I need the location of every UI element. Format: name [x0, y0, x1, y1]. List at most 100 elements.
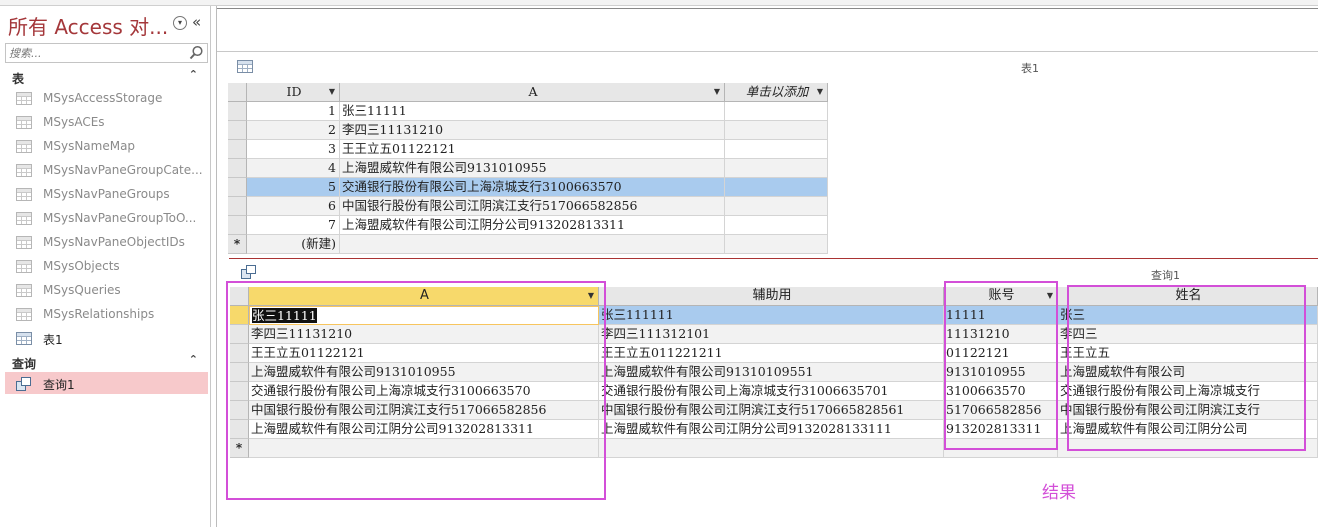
nav-item[interactable]: MSysNavPaneObjectIDs	[5, 231, 208, 253]
add-column-cell[interactable]	[725, 159, 828, 178]
row-selector[interactable]	[228, 140, 247, 159]
highlight-box-name	[1067, 285, 1306, 451]
id-cell[interactable]: 1	[247, 102, 340, 121]
nav-item[interactable]: 表1	[5, 327, 208, 349]
navigation-pane: 所有 Access 对... ▾ « 表⌃ MSysAccessStorage MS…	[0, 6, 211, 527]
column-header[interactable]: 辅助用	[599, 287, 944, 306]
add-column-cell[interactable]	[725, 216, 828, 235]
add-column-cell[interactable]	[725, 140, 828, 159]
nav-item[interactable]: MSysObjects	[5, 255, 208, 277]
new-record-label[interactable]: (新建)	[247, 235, 340, 254]
column-header[interactable]: A ▼	[340, 83, 725, 102]
row-selector[interactable]	[228, 102, 247, 121]
a-cell[interactable]: 王王立五01122121	[340, 140, 725, 159]
nav-item[interactable]: MSysQueries	[5, 279, 208, 301]
add-column-cell[interactable]	[725, 235, 828, 254]
id-cell[interactable]: 3	[247, 140, 340, 159]
nav-item-label: MSysRelationships	[43, 307, 155, 321]
row-selector[interactable]	[228, 216, 247, 235]
id-cell[interactable]: 6	[247, 197, 340, 216]
nav-group-header[interactable]: 表 ⌃	[5, 67, 208, 87]
table-icon	[16, 284, 32, 297]
a-cell[interactable]: 张三11111	[340, 102, 725, 121]
column-header[interactable]: ID ▼	[247, 83, 340, 102]
collapse-chevron-icon[interactable]: ⌃	[189, 353, 198, 366]
nav-item[interactable]: MSysNavPaneGroupCate...	[5, 159, 208, 181]
nav-item-label: MSysNavPaneGroupCate...	[43, 163, 203, 177]
table-icon	[16, 116, 32, 129]
nav-item-label: 表1	[43, 333, 63, 347]
row-selector[interactable]	[228, 178, 247, 197]
query-cell[interactable]: 李四三111312101	[599, 325, 944, 344]
column-header-label: 单击以添加	[745, 84, 809, 99]
a-cell[interactable]: 上海盟威软件有限公司江阴分公司913202813311	[340, 216, 725, 235]
query-cell[interactable]: 中国银行股份有限公司江阴滨江支行5170665828561	[599, 401, 944, 420]
query-window-icon	[241, 265, 257, 279]
nav-item-label: MSysACEs	[43, 115, 105, 129]
nav-item[interactable]: MSysNavPaneGroupToO...	[5, 207, 208, 229]
table-icon	[16, 140, 32, 153]
query-icon	[16, 377, 32, 391]
nav-item[interactable]: MSysAccessStorage	[5, 87, 208, 109]
nav-item[interactable]: MSysRelationships	[5, 303, 208, 325]
highlight-box-account	[944, 281, 1058, 450]
table-icon	[16, 236, 32, 249]
row-selector[interactable]	[228, 197, 247, 216]
id-cell[interactable]: 2	[247, 121, 340, 140]
row-selector[interactable]	[228, 121, 247, 140]
query1-window-title: 查询1	[1151, 269, 1180, 282]
id-cell[interactable]: 7	[247, 216, 340, 235]
result-annotation: 结果	[1042, 483, 1076, 503]
nav-search-box	[5, 43, 208, 63]
column-dropdown-icon[interactable]: ▼	[714, 83, 720, 101]
nav-item-label: MSysAccessStorage	[43, 91, 163, 105]
nav-item-label: MSysObjects	[43, 259, 120, 273]
column-header[interactable]: 单击以添加 ▼	[725, 83, 828, 102]
nav-item-label: MSysQueries	[43, 283, 121, 297]
nav-pane-menu-button[interactable]: ▾	[173, 16, 187, 30]
nav-search-input[interactable]	[6, 44, 184, 62]
nav-item[interactable]: MSysACEs	[5, 111, 208, 133]
nav-item[interactable]: MSysNameMap	[5, 135, 208, 157]
search-icon[interactable]	[189, 45, 204, 60]
id-cell[interactable]: 5	[247, 178, 340, 197]
nav-item[interactable]: MSysNavPaneGroups	[5, 183, 208, 205]
query-cell[interactable]: 交通银行股份有限公司上海凉城支行31006635701	[599, 382, 944, 401]
a-cell[interactable]: 交通银行股份有限公司上海凉城支行3100663570	[340, 178, 725, 197]
shutter-bar-close-icon[interactable]: «	[192, 13, 201, 31]
table-icon	[16, 212, 32, 225]
add-column-cell[interactable]	[725, 178, 828, 197]
column-header-label: ID	[286, 84, 302, 99]
a-cell[interactable]	[340, 235, 725, 254]
table-window-icon	[237, 60, 253, 73]
query-cell[interactable]: 张三111111	[599, 306, 944, 325]
table-icon	[16, 164, 32, 177]
add-column-cell[interactable]	[725, 121, 828, 140]
collapse-chevron-icon[interactable]: ⌃	[189, 68, 198, 81]
add-column-cell[interactable]	[725, 197, 828, 216]
query-cell[interactable]	[599, 439, 944, 458]
column-dropdown-icon[interactable]: ▼	[329, 83, 335, 101]
select-all-corner[interactable]	[228, 83, 247, 102]
a-cell[interactable]: 李四三11131210	[340, 121, 725, 140]
row-selector[interactable]	[228, 159, 247, 178]
a-cell[interactable]: 中国银行股份有限公司江阴滨江支行517066582856	[340, 197, 725, 216]
table1-window-title: 表1	[1021, 62, 1039, 75]
add-column-cell[interactable]	[725, 102, 828, 121]
id-cell[interactable]: 4	[247, 159, 340, 178]
table-icon	[16, 260, 32, 273]
nav-item-label: MSysNavPaneGroupToO...	[43, 211, 197, 225]
query-cell[interactable]: 王王立五011221211	[599, 344, 944, 363]
nav-item[interactable]: 查询1	[5, 372, 208, 394]
nav-item-label: MSysNameMap	[43, 139, 136, 153]
table-icon	[16, 188, 32, 201]
a-cell[interactable]: 上海盟威软件有限公司9131010955	[340, 159, 725, 178]
nav-group-header[interactable]: 查询 ⌃	[5, 352, 208, 372]
nav-pane-title[interactable]: 所有 Access 对...	[8, 11, 168, 40]
query-cell[interactable]: 上海盟威软件有限公司江阴分公司9132028133111	[599, 420, 944, 439]
query-cell[interactable]: 上海盟威软件有限公司91310109551	[599, 363, 944, 382]
column-dropdown-icon[interactable]: ▼	[817, 83, 823, 101]
nav-item-label: MSysNavPaneGroups	[43, 187, 170, 201]
nav-group-label: 查询	[12, 357, 37, 371]
document-tab-bar	[217, 8, 1318, 52]
